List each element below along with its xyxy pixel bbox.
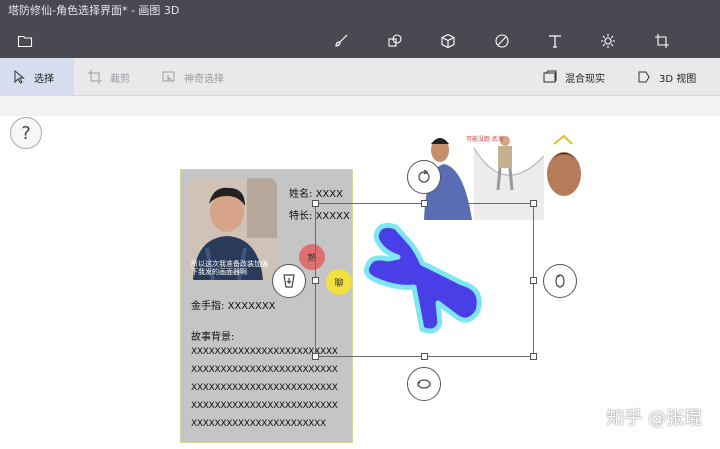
select-button[interactable]: 选择	[0, 58, 74, 96]
resize-handle-sw[interactable]	[312, 353, 319, 360]
photo-caption: 所以这次我准备改装加强下我发的画面器啊	[191, 260, 268, 276]
push-back-handle[interactable]	[272, 264, 306, 298]
selection-toolbar: 选择 裁剪 神奇选择 混合现实 3D 视图	[0, 58, 720, 96]
resize-handle-w[interactable]	[312, 277, 319, 284]
name-row: 姓名: XXXX	[289, 185, 343, 200]
crop-icon	[88, 70, 102, 84]
3d-view-label: 3D 视图	[659, 73, 697, 85]
magic-select-icon	[162, 71, 175, 82]
brush-icon[interactable]	[330, 30, 352, 52]
stickers-icon[interactable]	[491, 30, 513, 52]
mixed-reality-icon	[543, 70, 557, 83]
text-icon[interactable]	[544, 30, 566, 52]
window-title: 塔防修仙-角色选择界面* - 画图 3D	[8, 4, 180, 17]
resize-handle-ne[interactable]	[530, 200, 537, 207]
depth-icon	[283, 274, 295, 288]
crop-button[interactable]: 裁剪	[88, 58, 130, 96]
canvas-margin	[0, 96, 720, 116]
resize-handle-s[interactable]	[421, 353, 428, 360]
name-value: XXXX	[315, 189, 343, 200]
rotate-y-handle[interactable]	[543, 264, 577, 298]
mixed-reality-button[interactable]: 混合现实	[543, 58, 605, 96]
canvas-icon[interactable]	[651, 30, 673, 52]
select-label: 选择	[34, 73, 54, 85]
magic-select-button[interactable]: 神奇选择	[162, 58, 224, 96]
resize-handle-nw[interactable]	[312, 200, 319, 207]
rotate-x-handle[interactable]	[407, 367, 441, 401]
cheat-label: 金手指:	[191, 301, 225, 312]
help-button[interactable]: ?	[10, 117, 42, 149]
resize-handle-se[interactable]	[530, 353, 537, 360]
2d-shapes-icon[interactable]	[384, 30, 406, 52]
resize-handle-e[interactable]	[530, 277, 537, 284]
rotate-x-icon	[417, 379, 431, 389]
3d-view-button[interactable]: 3D 视图	[637, 58, 696, 96]
sticker-caption: 可能没跑 武者	[466, 136, 504, 143]
story-line: XXXXXXXXXXXXXXXXXXXXXXXXX	[191, 365, 338, 375]
mixed-reality-label: 混合现实	[565, 73, 605, 85]
watermark: 知乎 @张琨	[606, 408, 702, 429]
trait-label: 特长:	[289, 211, 313, 222]
story-line: XXXXXXXXXXXXXXXXXXXXXXX	[191, 419, 326, 429]
cursor-icon	[14, 70, 25, 84]
rotate-icon	[418, 169, 430, 183]
3d-view-icon	[638, 71, 650, 83]
name-label: 姓名:	[289, 189, 313, 200]
3d-shapes-icon[interactable]	[437, 30, 459, 52]
cheat-row: 金手指: XXXXXXX	[191, 297, 276, 312]
selection-box[interactable]	[315, 203, 534, 357]
magic-select-label: 神奇选择	[184, 73, 224, 85]
story-line: XXXXXXXXXXXXXXXXXXXXXXXXX	[191, 383, 338, 393]
story-line: XXXXXXXXXXXXXXXXXXXXXXXXX	[191, 401, 338, 411]
resize-handle-n[interactable]	[421, 200, 428, 207]
effects-icon[interactable]	[597, 30, 619, 52]
cheat-value: XXXXXXX	[227, 301, 276, 312]
rotate-y-icon	[555, 274, 565, 288]
folder-icon[interactable]	[14, 30, 36, 52]
rotate-z-handle[interactable]	[407, 160, 441, 194]
title-bar: 塔防修仙-角色选择界面* - 画图 3D	[0, 0, 720, 58]
character-photo: 所以这次我准备改装加强下我发的画面器啊	[187, 178, 277, 280]
story-label: 故事背景:	[191, 332, 235, 343]
crop-label: 裁剪	[110, 73, 130, 85]
